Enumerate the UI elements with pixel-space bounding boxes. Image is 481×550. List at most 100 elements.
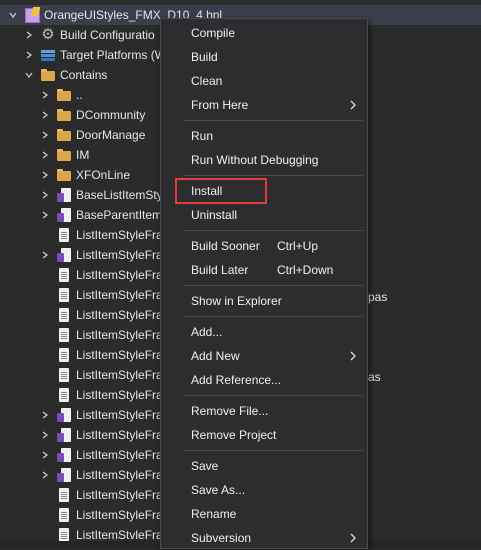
- menu-item-label: Run Without Debugging: [191, 153, 319, 167]
- folder-label: ..: [76, 88, 83, 102]
- file-icon: [56, 347, 72, 363]
- folder-label: DCommunity: [76, 108, 146, 122]
- menu-item-clean[interactable]: Clean: [161, 69, 367, 93]
- submenu-arrow-icon: [350, 351, 356, 361]
- chevron-right-icon[interactable]: [40, 130, 50, 140]
- file-label: ListItemStyleFra: [76, 508, 163, 522]
- shortcut-label: Ctrl+Down: [277, 263, 334, 277]
- menu-item-build-later[interactable]: Build Later Ctrl+Down: [161, 258, 367, 282]
- chevron-down-icon[interactable]: [8, 10, 18, 20]
- menu-item-label: Show in Explorer: [191, 294, 282, 308]
- chevron-right-icon[interactable]: [40, 410, 50, 420]
- menu-item-save[interactable]: Save: [161, 454, 367, 478]
- menu-item-run[interactable]: Run: [161, 124, 367, 148]
- menu-item-label: Compile: [191, 26, 236, 40]
- menu-separator: [183, 230, 363, 231]
- menu-item-run-without-debugging[interactable]: Run Without Debugging: [161, 148, 367, 172]
- folder-icon: [40, 67, 56, 83]
- file-icon: [56, 487, 72, 503]
- menu-item-label: Remove File...: [191, 404, 269, 418]
- folder-icon: [56, 147, 72, 163]
- contains-label: Contains: [60, 68, 108, 82]
- chevron-right-icon[interactable]: [40, 250, 50, 260]
- menu-item-subversion[interactable]: Subversion: [161, 526, 367, 550]
- context-menu: Compile Build Clean From Here Run Run Wi…: [160, 18, 368, 549]
- menu-item-compile[interactable]: Compile: [161, 21, 367, 45]
- menu-item-label: Save: [191, 459, 219, 473]
- menu-item-remove-project[interactable]: Remove Project: [161, 423, 367, 447]
- chevron-right-icon[interactable]: [40, 470, 50, 480]
- chevron-down-icon[interactable]: [24, 70, 34, 80]
- file-label: ListItemStyleFra: [76, 468, 163, 482]
- file-label: ListItemStyleFra: [76, 428, 163, 442]
- file-icon: [56, 327, 72, 343]
- file-label: ListItemStvleFra: [76, 528, 163, 542]
- menu-separator: [183, 120, 363, 121]
- file-icon: [56, 227, 72, 243]
- file-label: BaseParentItem: [76, 208, 163, 222]
- menu-item-rename[interactable]: Rename: [161, 502, 367, 526]
- file-label: ListItemStyleFra: [76, 308, 163, 322]
- menu-item-label: Rename: [191, 507, 237, 521]
- menu-item-show-in-explorer[interactable]: Show in Explorer: [161, 289, 367, 313]
- menu-item-label: Add New: [191, 349, 240, 363]
- menu-item-label: Build: [191, 50, 218, 64]
- target-platforms-label: Target Platforms (W: [60, 48, 167, 62]
- menu-item-save-as[interactable]: Save As...: [161, 478, 367, 502]
- chevron-right-icon[interactable]: [40, 90, 50, 100]
- menu-item-label: Uninstall: [191, 208, 238, 222]
- menu-item-label: Subversion: [191, 531, 252, 545]
- chevron-right-icon[interactable]: [24, 30, 34, 40]
- menu-item-label: Run: [191, 129, 214, 143]
- folder-label: DoorManage: [76, 128, 146, 142]
- file-icon: [56, 287, 72, 303]
- platforms-icon: [40, 47, 56, 63]
- menu-item-uninstall[interactable]: Uninstall: [161, 203, 367, 227]
- chevron-right-icon[interactable]: [40, 210, 50, 220]
- chevron-right-icon[interactable]: [40, 110, 50, 120]
- menu-item-build-sooner[interactable]: Build Sooner Ctrl+Up: [161, 234, 367, 258]
- menu-item-label: Build Later: [191, 263, 249, 277]
- menu-item-add-reference[interactable]: Add Reference...: [161, 368, 367, 392]
- file-icon: [56, 267, 72, 283]
- menu-separator: [183, 316, 363, 317]
- menu-separator: [183, 285, 363, 286]
- folder-label: IM: [76, 148, 90, 162]
- menu-item-label: Remove Project: [191, 428, 277, 442]
- menu-separator: [183, 175, 363, 176]
- file-icon: [56, 387, 72, 403]
- unit-form-icon: [56, 427, 72, 443]
- menu-item-add-new[interactable]: Add New: [161, 344, 367, 368]
- shortcut-label: Ctrl+Up: [277, 239, 319, 253]
- menu-separator: [183, 450, 363, 451]
- menu-item-build[interactable]: Build: [161, 45, 367, 69]
- file-label: ListItemStyleFra: [76, 448, 163, 462]
- unit-form-icon: [56, 467, 72, 483]
- chevron-right-icon[interactable]: [24, 50, 34, 60]
- menu-item-remove-file[interactable]: Remove File...: [161, 399, 367, 423]
- chevron-right-icon[interactable]: [40, 150, 50, 160]
- file-icon: [56, 307, 72, 323]
- file-label: BaseListItemSty: [76, 188, 163, 202]
- menu-item-from-here[interactable]: From Here: [161, 93, 367, 117]
- file-label: ListItemStyleFra: [76, 268, 163, 282]
- chevron-right-icon[interactable]: [40, 430, 50, 440]
- menu-item-label: Add...: [191, 325, 223, 339]
- gear-icon: ⚙: [41, 26, 55, 43]
- menu-item-label: Save As...: [191, 483, 246, 497]
- folder-icon: [56, 127, 72, 143]
- chevron-right-icon[interactable]: [40, 170, 50, 180]
- file-label: ListItemStyleFra: [76, 488, 163, 502]
- chevron-right-icon[interactable]: [40, 190, 50, 200]
- menu-separator: [183, 395, 363, 396]
- file-label: ListItemStyleFra: [76, 368, 163, 382]
- menu-item-label: Add Reference...: [191, 373, 282, 387]
- unit-form-icon: [56, 187, 72, 203]
- menu-item-add[interactable]: Add...: [161, 320, 367, 344]
- file-label: ListItemStyleFra: [76, 248, 163, 262]
- submenu-arrow-icon: [350, 100, 356, 110]
- chevron-right-icon[interactable]: [40, 450, 50, 460]
- install-highlight-box: [175, 178, 267, 204]
- menu-item-label: Build Sooner: [191, 239, 260, 253]
- file-label: ListItemStyleFra: [76, 388, 163, 402]
